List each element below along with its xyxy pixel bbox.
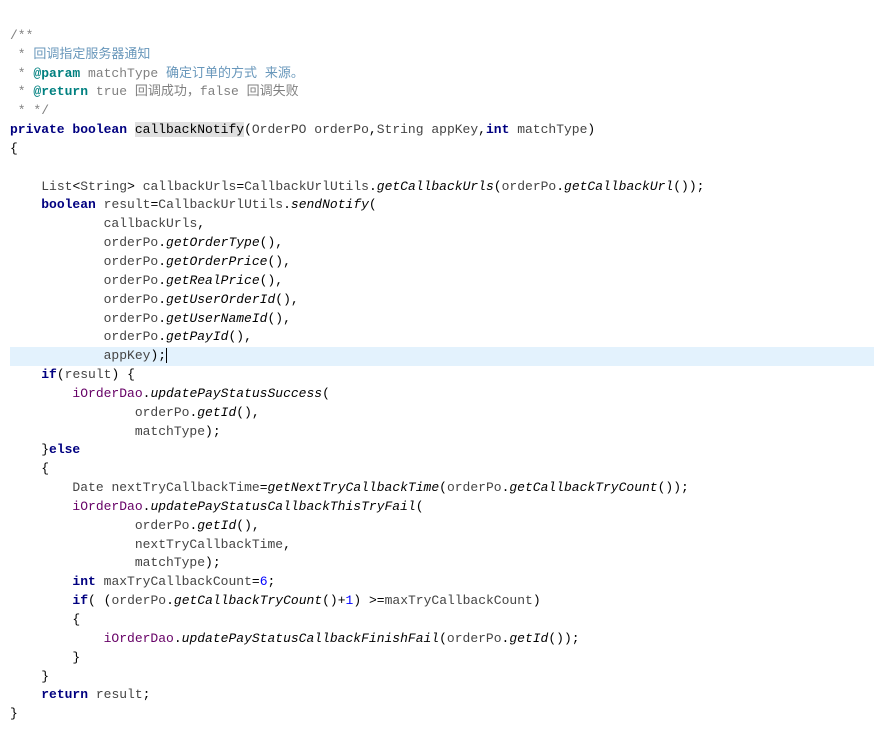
method-call: getCallbackUrl [564,179,673,194]
comment-text: 确定订单的方式 来源。 [166,66,304,81]
keyword-if: if [41,367,57,382]
var: orderPo [104,273,159,288]
var: maxTryCallbackCount [104,574,252,589]
field: iOrderDao [72,499,142,514]
var: orderPo [447,480,502,495]
comment-line: * [10,47,33,62]
comment-line: * [10,66,33,81]
class-name: CallbackUrlUtils [244,179,369,194]
doc-tag: @return [33,84,88,99]
comment-text: true 回调成功，false 回调失败 [88,84,299,99]
var: orderPo [111,593,166,608]
param: matchType [517,122,587,137]
method-call: getCallbackTryCount [509,480,657,495]
method-call: getNextTryCallbackTime [268,480,440,495]
keyword-else: else [49,442,80,457]
keyword-private: private [10,122,65,137]
param: orderPo [314,122,369,137]
method-call: getId [509,631,548,646]
var: orderPo [104,235,159,250]
param: appKey [431,122,478,137]
comment-line: * [10,84,33,99]
method-call: updatePayStatusCallbackThisTryFail [150,499,415,514]
var: callbackUrls [104,216,198,231]
var: nextTryCallbackTime [111,480,259,495]
method-call: getOrderPrice [166,254,267,269]
comment-text: 回调指定服务器通知 [33,47,150,62]
method-call: getUserNameId [166,311,267,326]
method-call: getCallbackUrls [377,179,494,194]
var: orderPo [135,518,190,533]
comment-line: /** [10,28,33,43]
method-call: getId [197,518,236,533]
keyword-boolean: boolean [41,197,96,212]
var: matchType [135,424,205,439]
var: callbackUrls [143,179,237,194]
method-call: getPayId [166,329,228,344]
method-call: getId [197,405,236,420]
highlighted-line: appKey); [10,347,874,366]
doc-tag: @param [33,66,80,81]
method-call: getRealPrice [166,273,260,288]
field: iOrderDao [72,386,142,401]
brace: { [10,141,18,156]
var: maxTryCallbackCount [385,593,533,608]
method-call: getUserOrderId [166,292,275,307]
keyword-if: if [72,593,88,608]
var: result [65,367,112,382]
var: result [104,197,151,212]
method-name: callbackNotify [135,122,244,137]
brace: } [10,706,18,721]
keyword-int: int [72,574,95,589]
number: 6 [260,574,268,589]
code-editor: /** * 回调指定服务器通知 * @param matchType 确定订单的… [10,8,874,743]
var: orderPo [447,631,502,646]
var: matchType [135,555,205,570]
type-orderpo: OrderPO [252,122,307,137]
method-call: getOrderType [166,235,260,250]
type-string: String [80,179,127,194]
method-call: updatePayStatusSuccess [150,386,322,401]
comment-param: matchType [80,66,166,81]
text-cursor [166,348,167,363]
field: iOrderDao [104,631,174,646]
comment-line: * */ [10,103,49,118]
var: orderPo [104,329,159,344]
var: nextTryCallbackTime [135,537,283,552]
type-string: String [377,122,424,137]
var: orderPo [104,254,159,269]
code-block: /** * 回调指定服务器通知 * @param matchType 确定订单的… [10,27,874,724]
type-date: Date [72,480,103,495]
var: appKey [104,348,151,363]
var: orderPo [104,292,159,307]
method-call: getCallbackTryCount [174,593,322,608]
keyword-int: int [486,122,509,137]
var: orderPo [502,179,557,194]
class-name: CallbackUrlUtils [158,197,283,212]
method-call: updatePayStatusCallbackFinishFail [182,631,439,646]
var: orderPo [135,405,190,420]
keyword-boolean: boolean [72,122,127,137]
method-call: sendNotify [291,197,369,212]
var: orderPo [104,311,159,326]
type-list: List [41,179,72,194]
